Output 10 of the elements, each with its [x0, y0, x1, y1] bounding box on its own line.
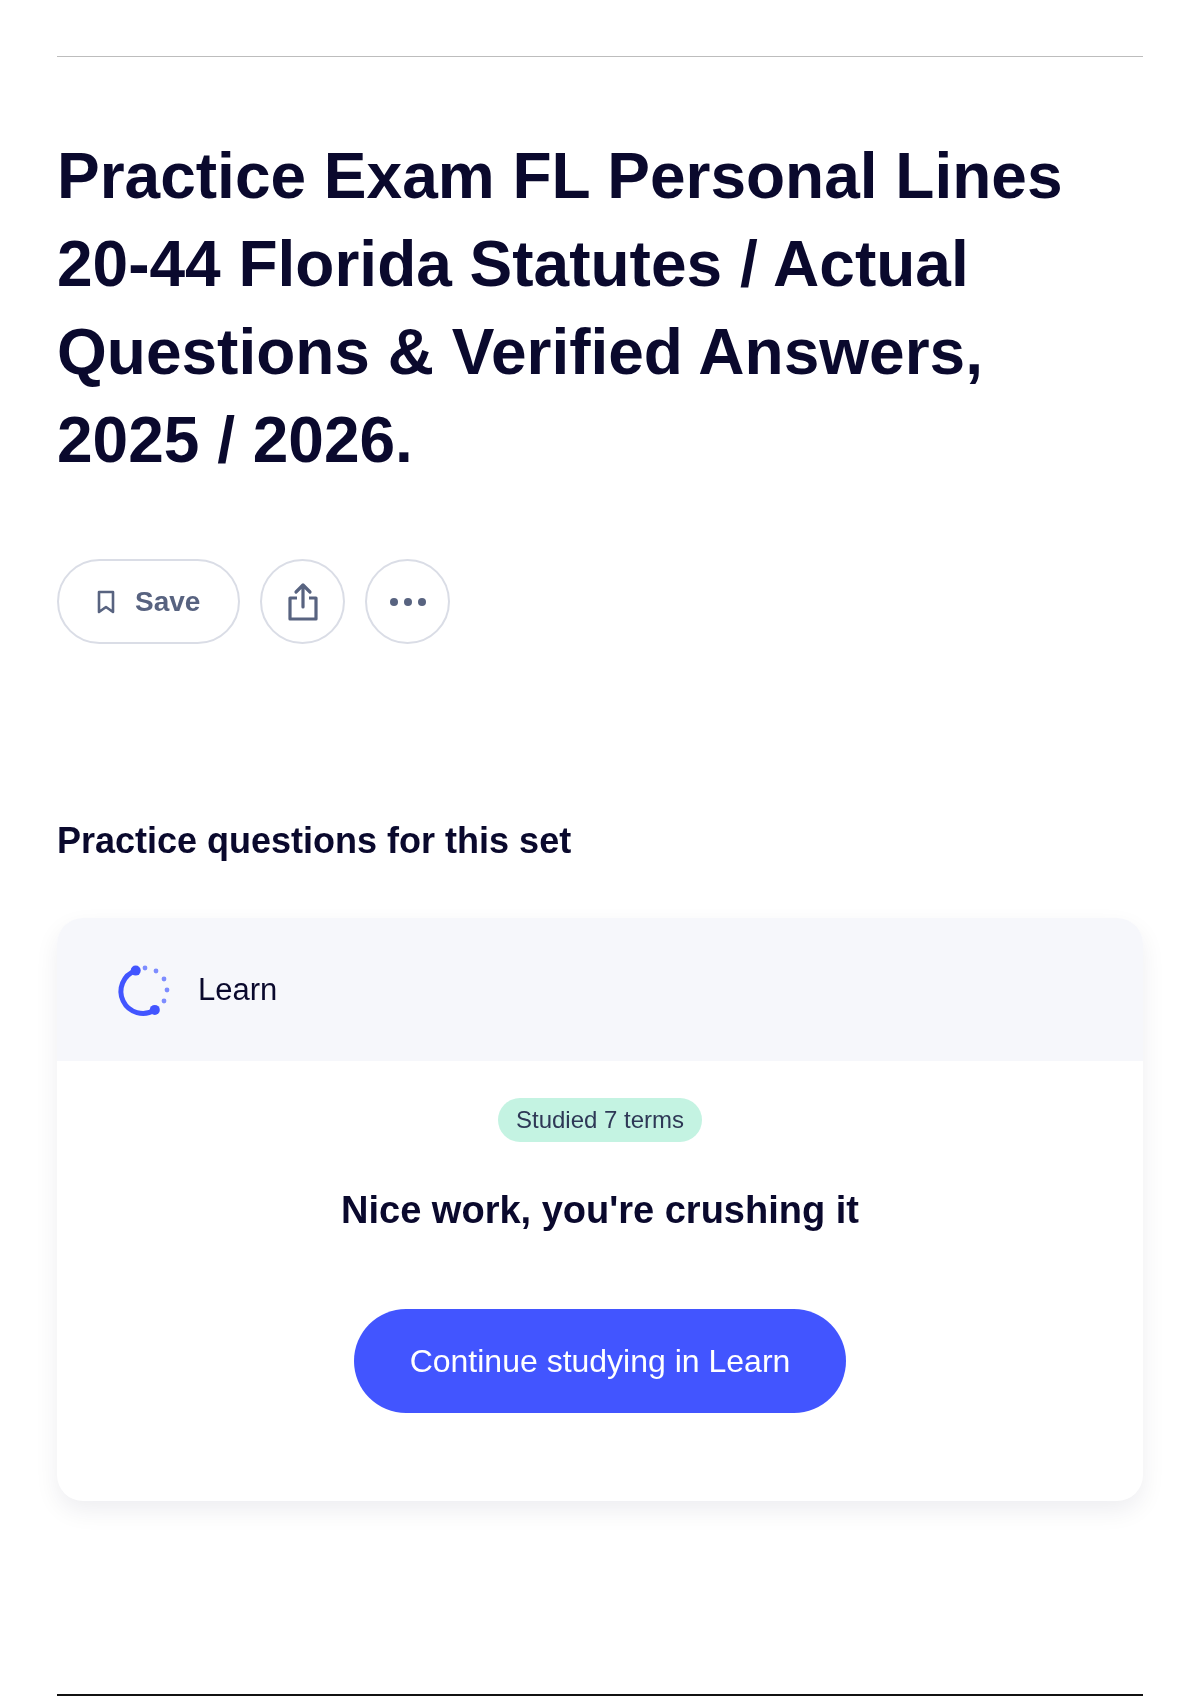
- mode-label: Learn: [198, 971, 278, 1008]
- bookmark-icon: [97, 589, 115, 614]
- more-icon: [389, 597, 426, 606]
- save-button[interactable]: Save: [57, 559, 241, 644]
- section-heading: Practice questions for this set: [57, 819, 573, 863]
- share-icon: [286, 581, 319, 622]
- progress-badge: Studied 7 terms: [497, 1098, 703, 1142]
- set-title: Practice Exam FL Personal Lines 20-44 Florida Statutes / Actual Questions & Verified Answers, 2025 / 2026.: [57, 139, 1064, 478]
- continue-button[interactable]: Continue studying in Learn: [353, 1309, 847, 1413]
- encouragement-message: Nice work, you're crushing it: [341, 1188, 859, 1233]
